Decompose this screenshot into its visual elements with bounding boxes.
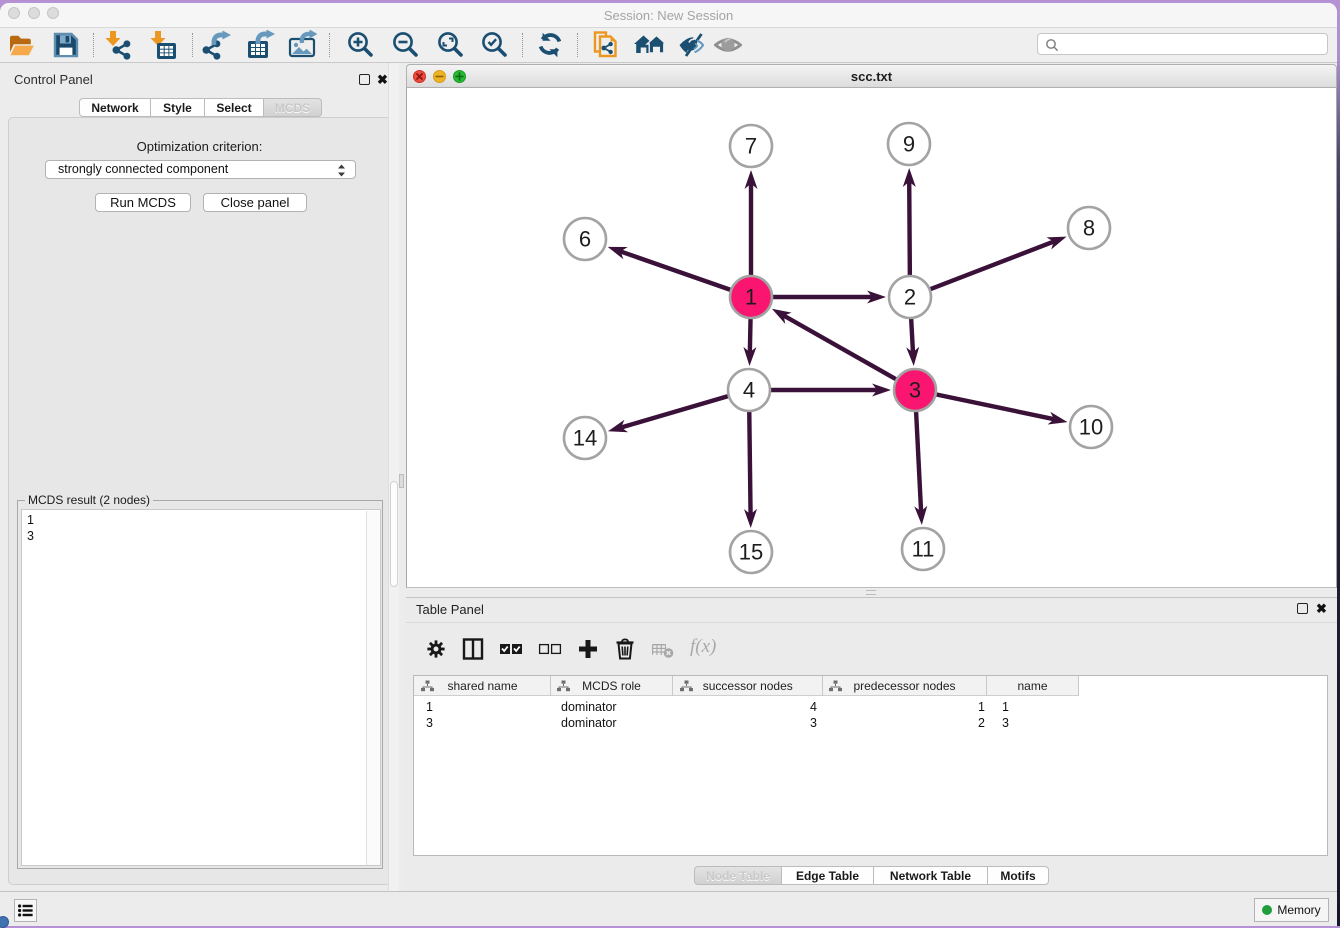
svg-text:4: 4 (743, 378, 755, 403)
svg-text:10: 10 (1079, 415, 1103, 440)
svg-text:3: 3 (909, 378, 921, 403)
svg-text:11: 11 (912, 537, 935, 562)
svg-text:2: 2 (904, 285, 916, 310)
svg-text:15: 15 (739, 540, 763, 565)
svg-text:1: 1 (745, 285, 757, 310)
svg-text:6: 6 (579, 227, 591, 252)
svg-text:8: 8 (1083, 216, 1095, 241)
svg-text:14: 14 (573, 426, 597, 451)
svg-text:7: 7 (745, 134, 757, 159)
svg-text:9: 9 (903, 132, 915, 157)
